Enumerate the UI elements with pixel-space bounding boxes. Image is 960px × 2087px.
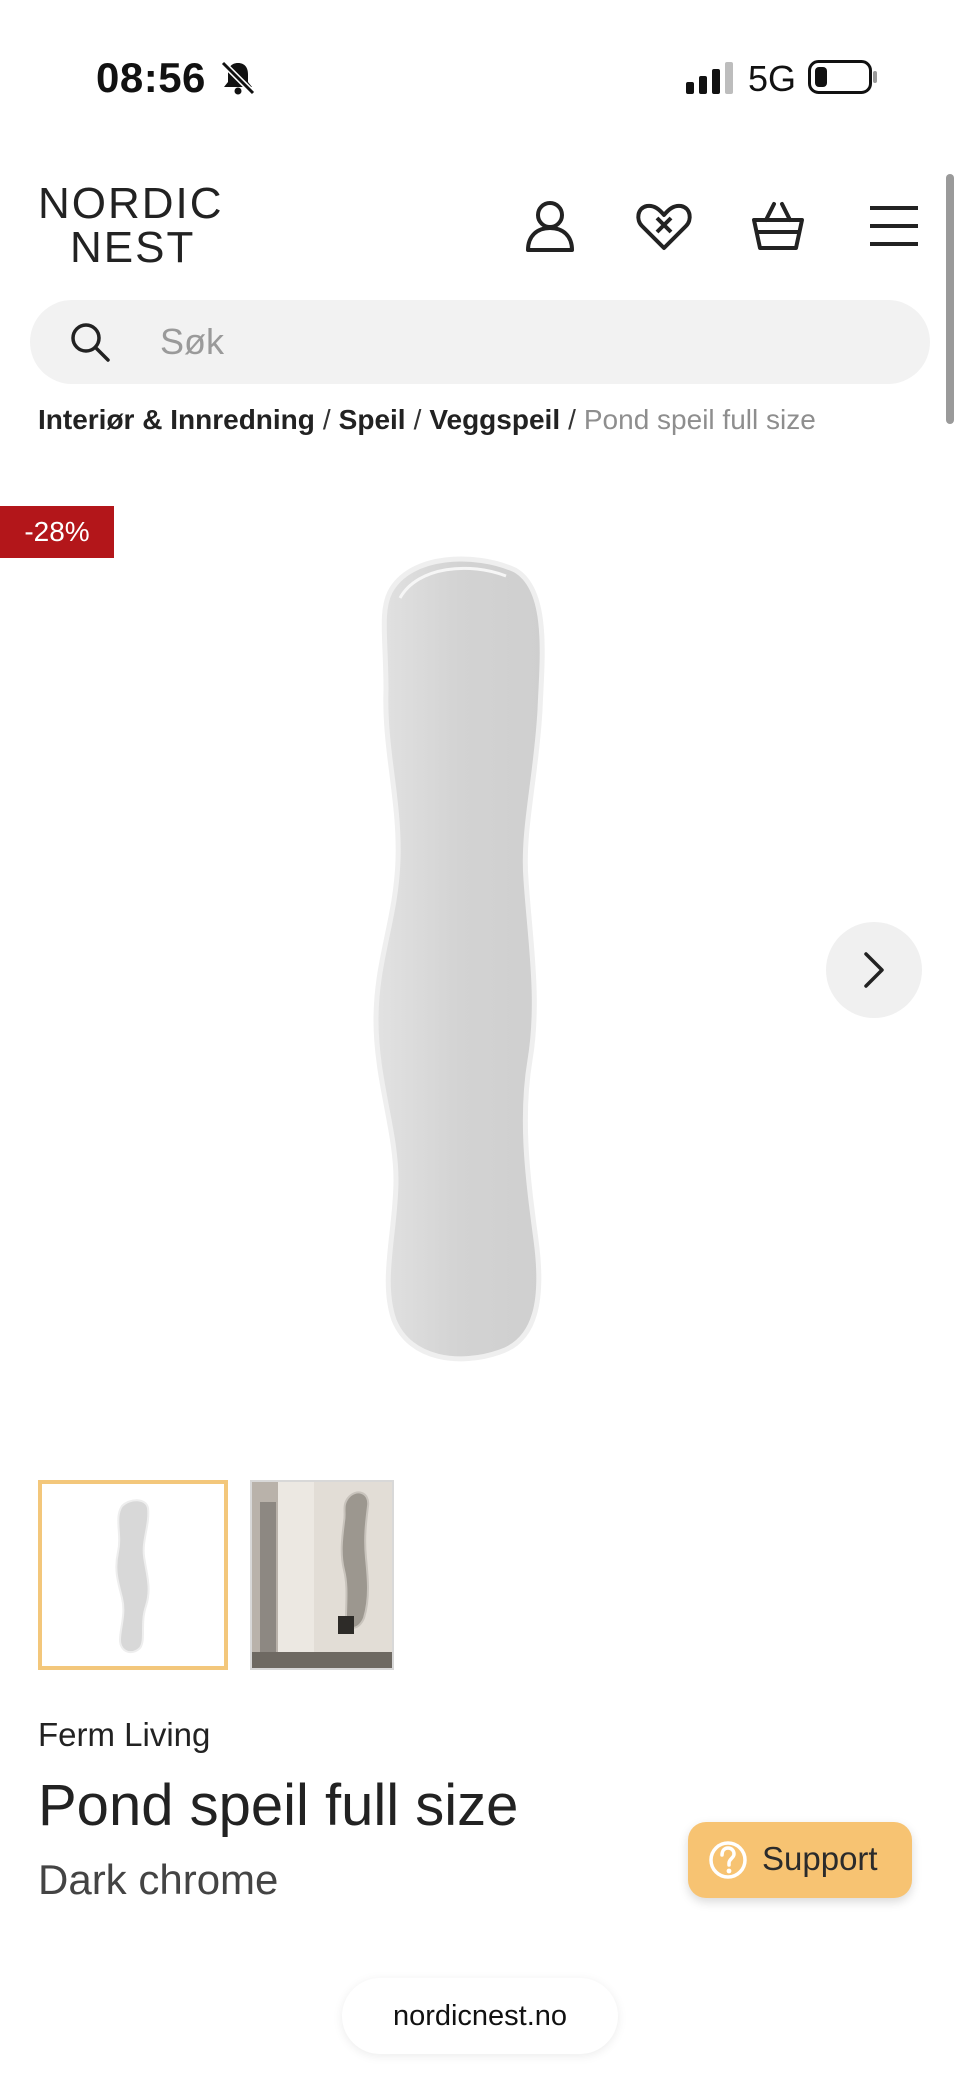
thumbnail-mirror-front[interactable] [38, 1480, 228, 1670]
product-variant: Dark chrome [38, 1856, 279, 1903]
breadcrumb-wall-mirrors[interactable]: Veggspeil [429, 404, 560, 435]
support-button[interactable]: Support [688, 1822, 912, 1898]
product-page: 08:56 5G NORDIC NEST Søk Interiør & Innr… [0, 0, 960, 2087]
next-image-button[interactable] [826, 922, 922, 1018]
breadcrumb-interior[interactable]: Interiør & Innredning [38, 404, 315, 435]
search-icon [71, 323, 110, 362]
discount-badge: -28% [0, 506, 114, 558]
logo-line-2: NEST [70, 223, 196, 272]
product-brand[interactable]: Ferm Living [38, 1716, 210, 1754]
search-input[interactable] [160, 312, 880, 372]
browser-url-bar[interactable]: nordicnest.no [342, 1978, 618, 2054]
signal-icon [686, 62, 733, 94]
search-bar[interactable] [30, 300, 930, 384]
breadcrumb-mirrors[interactable]: Speil [339, 404, 406, 435]
menu-icon[interactable] [864, 196, 924, 256]
breadcrumb-current: Pond speil full size [583, 404, 816, 435]
support-label: Support [762, 1840, 878, 1877]
thumbnail-mirror-room[interactable] [250, 1480, 394, 1670]
cart-basket-icon[interactable] [748, 196, 808, 256]
breadcrumb-separator: / [413, 404, 422, 435]
account-icon[interactable] [520, 196, 580, 256]
chevron-right-icon [864, 952, 884, 988]
breadcrumb-separator: / [322, 404, 331, 435]
product-title: Pond speil full size [38, 1773, 519, 1838]
network-type: 5G [748, 58, 797, 99]
nordic-nest-logo[interactable]: NORDIC NEST [38, 182, 228, 270]
scrollbar[interactable] [946, 174, 954, 424]
wishlist-heart-icon[interactable] [634, 196, 694, 256]
status-time: 08:56 [96, 54, 206, 101]
breadcrumb-separator: / [568, 404, 576, 435]
battery-icon [808, 60, 877, 94]
status-bar: 08:56 5G [0, 0, 960, 150]
bell-muted-icon [220, 60, 256, 96]
logo-line-1: NORDIC [38, 179, 224, 228]
thumbnail-image [252, 1482, 392, 1668]
thumbnail-image [115, 1499, 150, 1654]
question-circle-icon [709, 1841, 747, 1879]
product-image-mirror[interactable] [300, 540, 660, 1440]
breadcrumb: Interiør & Innredning / Speil / Veggspeil / Po… [38, 404, 816, 436]
